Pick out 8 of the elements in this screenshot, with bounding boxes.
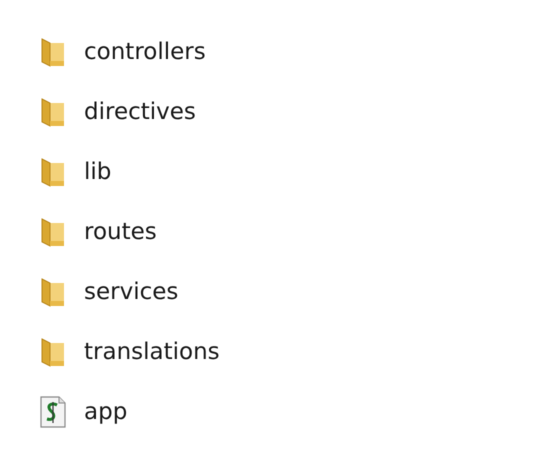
folder-name[interactable]: directives <box>84 99 196 125</box>
folder-name[interactable]: translations <box>84 339 220 365</box>
folder-name[interactable]: routes <box>84 219 157 245</box>
folder-name[interactable]: lib <box>84 159 112 185</box>
script-file-icon <box>38 395 68 429</box>
folder-name[interactable]: services <box>84 279 178 305</box>
file-name[interactable]: app <box>84 399 128 425</box>
folder-name[interactable]: controllers <box>84 39 206 65</box>
